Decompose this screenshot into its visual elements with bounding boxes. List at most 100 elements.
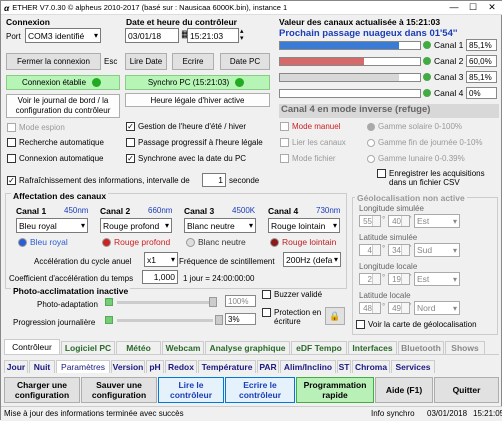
journal-button[interactable]: Voir le journal de bord / la configurati… [6, 94, 120, 118]
canal-assign-select[interactable]: Blanc neutre [184, 218, 256, 233]
mode-fichier-checkbox[interactable]: Mode fichier [280, 154, 336, 163]
canal-name: Canal 1 [434, 40, 464, 50]
connexion-auto-checkbox[interactable]: Connexion automatique [7, 154, 104, 163]
canal-legend-text: Bleu royal [30, 237, 68, 247]
tab-contrleur[interactable]: Contrôleur [4, 339, 60, 354]
tab-redox[interactable]: Redox [165, 360, 197, 373]
lier-canaux-checkbox[interactable]: Lier les canaux [280, 138, 346, 147]
canal-label: Canal 3 [423, 72, 463, 82]
tab-edftempo[interactable]: eDF Tempo [291, 341, 347, 354]
gamme-lunaire-radio[interactable]: Gamme lunaire 0-0.39% [367, 154, 465, 163]
date-input[interactable]: 03/01/18 [125, 28, 179, 43]
tab-chroma[interactable]: Chroma [352, 360, 390, 373]
tab-webcam[interactable]: Webcam [162, 341, 204, 354]
close-button[interactable]: ✕ [485, 2, 499, 13]
fermer-connexion-button[interactable]: Fermer la connexion [6, 53, 101, 70]
enregistrer-csv-checkbox[interactable]: Enregistrer les acquisitions dans un fic… [377, 169, 499, 187]
acceleration-select[interactable]: x1 [144, 252, 178, 267]
geo-dir-select[interactable]: Est [414, 214, 460, 228]
frequence-select[interactable]: 200Hz (defa [283, 252, 341, 267]
tab-aliminclino[interactable]: Alim/Inclino [280, 360, 336, 373]
tab-ph[interactable]: pH [146, 360, 164, 373]
date-pc-button[interactable]: Date PC [220, 53, 270, 70]
tab-nuit[interactable]: Nuit [29, 360, 55, 373]
geo-min[interactable]: 49 [388, 302, 410, 314]
tab-shows[interactable]: Shows [445, 341, 485, 354]
canal-assign-select[interactable]: Bleu royal [16, 218, 88, 233]
prog-slider-thumb[interactable] [215, 315, 223, 325]
canal-bar-fill [280, 58, 364, 65]
geo-dir-select[interactable]: Nord [414, 301, 460, 315]
tab-services[interactable]: Services [391, 360, 435, 373]
gestion-heure-checkbox[interactable]: ✓ Gestion de l'heure d'été / hiver [126, 122, 246, 131]
heure-legale-button[interactable]: Heure légale d'hiver active [125, 93, 270, 107]
carte-geo-checkbox[interactable]: Voir la carte de géolocalisation [356, 320, 477, 329]
maximize-button[interactable]: ☐ [466, 2, 480, 13]
mode-manuel-checkbox[interactable]: Mode manuel [280, 122, 340, 131]
geo-dir-select[interactable]: Sud [414, 243, 460, 257]
action-quitter[interactable]: Quitter [434, 377, 499, 403]
adapt-slider-thumb[interactable] [209, 297, 217, 307]
degree-symbol: ° [382, 302, 386, 311]
canal-assign-select[interactable]: Rouge lointain [268, 218, 340, 233]
action-charger-une-configuration[interactable]: Charger une configuration [4, 377, 80, 403]
intervalle-input[interactable]: 1 [202, 173, 226, 187]
degree-symbol: ° [382, 273, 386, 282]
tab-interfaces[interactable]: Interfaces [348, 341, 397, 354]
geo-deg[interactable]: 4 [359, 244, 381, 256]
tab-st[interactable]: ST [337, 360, 351, 373]
lire-date-button[interactable]: Lire Date [125, 53, 167, 70]
canal-bar [279, 89, 421, 98]
canal-assign-nm: 730nm [316, 206, 341, 215]
heure-spinner[interactable]: ▴ ▾ [240, 28, 244, 42]
protection-checkbox[interactable]: Protection en écriture [262, 308, 326, 326]
ecrire-date-button[interactable]: Ecrire [172, 53, 214, 70]
canal-label: Canal 4 [423, 88, 463, 98]
main-window: α ETHER V7.0.30 © alpheus 2010-2017 (bas… [0, 0, 502, 421]
gamme-fin-radio[interactable]: Gamme fin de journée 0-10% [367, 138, 483, 147]
mode-espion-checkbox[interactable]: Mode espion [7, 123, 65, 132]
action-aide--f--[interactable]: Aide (F1) [375, 377, 433, 403]
lock-icon[interactable]: 🔒 [325, 307, 345, 325]
tab-temprature[interactable]: Température [198, 360, 256, 373]
minute-symbol: ' [410, 273, 412, 282]
tab-jour[interactable]: Jour [4, 360, 28, 373]
geo-deg[interactable]: 48 [359, 302, 381, 314]
geo-min[interactable]: 34 [388, 244, 410, 256]
tabs-divider [4, 354, 499, 355]
geo-min[interactable]: 19 [388, 273, 410, 285]
color-dot-icon [270, 237, 279, 247]
canal-name: Canal 2 [434, 56, 464, 66]
coefficient-input[interactable]: 1,000 [142, 270, 178, 284]
tab-par[interactable]: PAR [257, 360, 279, 373]
recherche-auto-checkbox[interactable]: Recherche automatique [7, 138, 104, 147]
geo-deg[interactable]: 2 [359, 273, 381, 285]
geo-label: Latitude simulée [359, 233, 418, 242]
action-programmation-rapide[interactable]: Programmation rapide [296, 377, 374, 403]
geo-dir-select[interactable]: Est [414, 272, 460, 286]
canal-led-icon [423, 57, 431, 65]
tab-version[interactable]: Version [111, 360, 145, 373]
action-lire-le-contr-leur[interactable]: Lire le contrôleur [158, 377, 224, 403]
action-sauver-une-configuration[interactable]: Sauver une configuration [81, 377, 157, 403]
tab-analysegraphique[interactable]: Analyse graphique [205, 341, 290, 354]
buzzer-checkbox[interactable]: Buzzer validé [262, 290, 322, 299]
tab-bluetooth[interactable]: Bluetooth [398, 341, 444, 354]
canal-assign-select[interactable]: Rouge profond [100, 218, 172, 233]
minimize-button[interactable]: — [447, 2, 461, 13]
tab-logicielpc[interactable]: Logiciel PC [61, 341, 115, 354]
status-bar: Mise à jour des informations terminée av… [1, 406, 502, 421]
geo-deg[interactable]: 55 [359, 215, 381, 227]
rafraichissement-checkbox[interactable]: ✓ Rafraîchissement des informations, inte… [7, 176, 190, 185]
heure-input[interactable]: 15:21:03 [187, 28, 239, 43]
port-select[interactable]: COM3 identifié [25, 28, 101, 43]
tab-mto[interactable]: Météo [116, 341, 161, 354]
action-ecrire-le-contr-leur[interactable]: Ecrire le contrôleur [225, 377, 295, 403]
status-message: Mise à jour des informations terminée av… [4, 409, 184, 418]
geo-min[interactable]: 40 [388, 215, 410, 227]
prog-slider-track [117, 319, 213, 322]
passage-progressif-checkbox[interactable]: Passage progressif à l'heure légale [126, 138, 263, 147]
tab-paramtres[interactable]: Paramètres [56, 360, 110, 373]
synchrone-pc-checkbox[interactable]: ✓ Synchrone avec la date du PC [126, 154, 246, 163]
gamme-solaire-radio[interactable]: Gamme solaire 0-100% [367, 122, 462, 131]
